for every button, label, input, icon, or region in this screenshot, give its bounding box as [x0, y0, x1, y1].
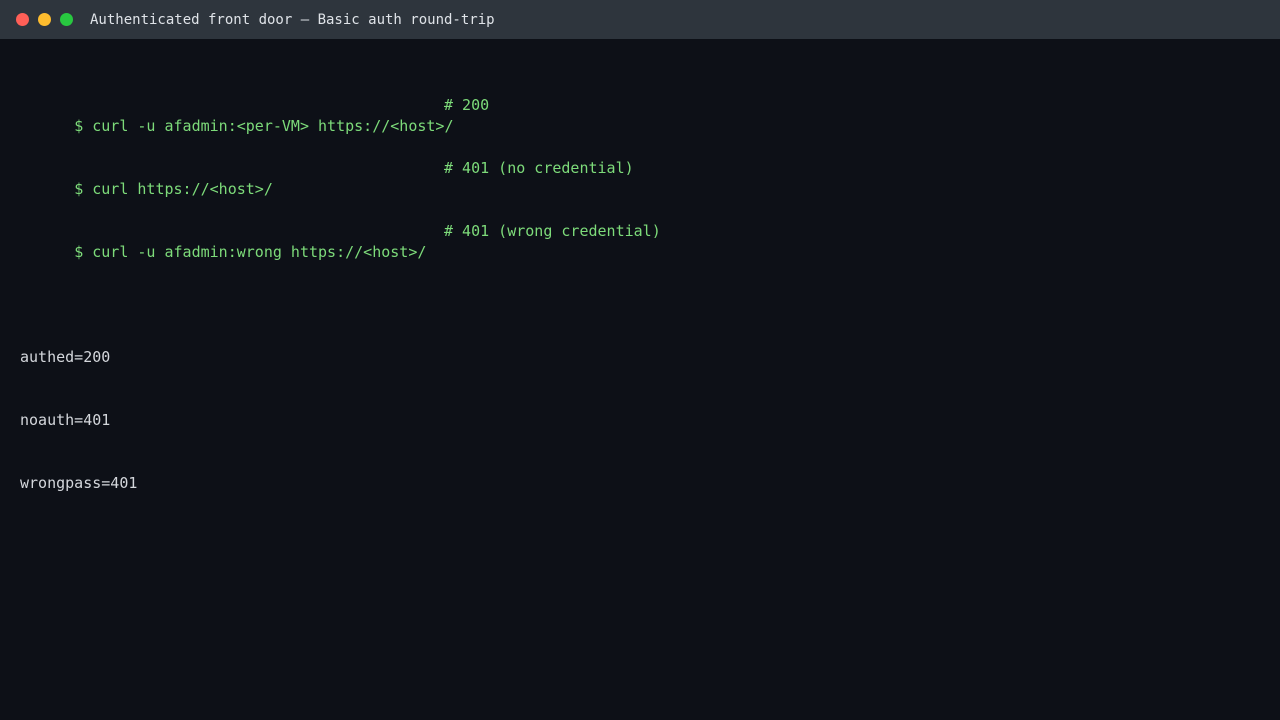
command-comment: # 401 (wrong credential) — [444, 222, 661, 240]
command-line: $ curl -u afadmin:wrong https://<host>/ … — [20, 221, 1260, 261]
command-text: $ curl https://<host>/ — [74, 180, 273, 198]
output-line: authed=200 — [20, 348, 111, 366]
command-text: $ curl -u afadmin:wrong https://<host>/ — [74, 243, 427, 261]
close-window-button[interactable] — [16, 13, 29, 26]
command-text: $ curl -u afadmin:<per-VM> https://<host… — [74, 117, 454, 135]
maximize-window-button[interactable] — [60, 13, 73, 26]
terminal-window: Authenticated front door — Basic auth ro… — [0, 0, 1280, 720]
command-line: $ curl -u afadmin:<per-VM> https://<host… — [20, 95, 1260, 135]
command-comment: # 401 (no credential) — [444, 159, 634, 177]
command-comment: # 200 — [444, 96, 490, 114]
minimize-window-button[interactable] — [38, 13, 51, 26]
terminal-output-area[interactable]: $ curl -u afadmin:<per-VM> https://<host… — [20, 53, 1260, 536]
window-title: Authenticated front door — Basic auth ro… — [90, 12, 495, 28]
output-line: noauth=401 — [20, 411, 111, 429]
command-line: $ curl https://<host>/ # 401 (no credent… — [20, 158, 1260, 198]
output-line: wrongpass=401 — [20, 474, 138, 492]
title-bar: Authenticated front door — Basic auth ro… — [0, 0, 1280, 39]
